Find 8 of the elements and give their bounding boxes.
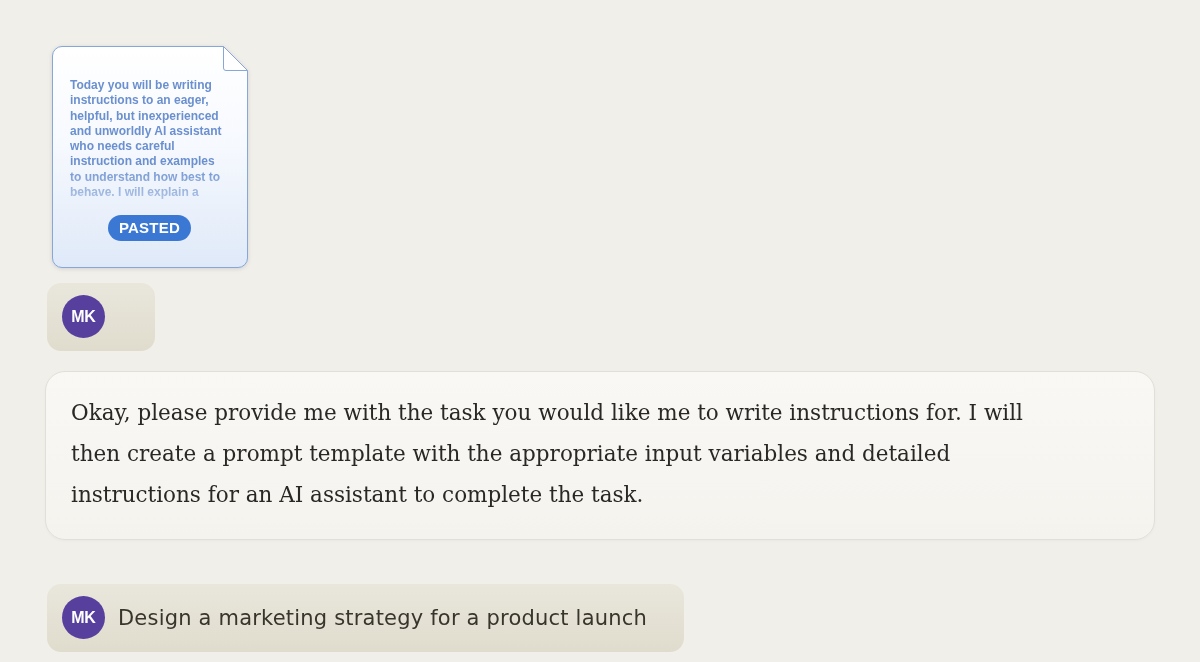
user-avatar: MK [62, 295, 105, 338]
user-message-text: Design a marketing strategy for a product launch [118, 605, 647, 630]
user-avatar: MK [62, 596, 105, 639]
document-preview-text: Today you will be writing instructions to an eager, helpful, but inexperienced and unworldly AI assistant who needs careful instruction and examples to understand how best to behave. I will explain a [70, 78, 223, 202]
page-fold-icon [223, 46, 248, 71]
pasted-badge: PASTED [108, 215, 191, 241]
pasted-document-card[interactable] [52, 46, 248, 268]
assistant-message-text: Okay, please provide me with the task you would like me to write instructions for. I will then create a prompt template with the appropriate input variables and detailed instructions for an AI assistant to complete the task. [71, 399, 1024, 509]
